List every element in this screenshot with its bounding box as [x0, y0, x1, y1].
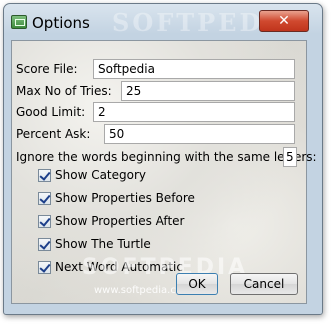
score-file-label: Score File:	[16, 62, 78, 76]
show-properties-after-label: Show Properties After	[55, 214, 185, 228]
good-limit-label: Good Limit:	[16, 105, 86, 119]
show-properties-after-checkbox[interactable]	[38, 215, 51, 228]
show-the-turtle-checkbox[interactable]	[38, 238, 51, 251]
max-tries-row: Max No of Tries: 25	[12, 81, 306, 101]
ignore-prefix-field[interactable]: 5	[283, 147, 297, 167]
good-limit-field[interactable]: 2	[93, 102, 295, 122]
show-properties-before-label: Show Properties Before	[55, 191, 195, 205]
window-title: Options	[32, 14, 90, 32]
show-the-turtle-label: Show The Turtle	[55, 237, 151, 251]
max-tries-field[interactable]: 25	[121, 81, 295, 101]
score-file-field[interactable]: Softpedia	[93, 59, 295, 79]
title-bar[interactable]: Options SOFTPEDIA ✕	[4, 4, 322, 42]
ignore-prefix-label: Ignore the words beginning with the same…	[16, 150, 317, 164]
show-category-checkbox[interactable]	[38, 169, 51, 182]
app-icon	[11, 15, 27, 29]
ok-button[interactable]: OK	[176, 273, 218, 295]
close-button[interactable]: ✕	[259, 10, 309, 32]
good-limit-row: Good Limit: 2	[12, 102, 306, 122]
percent-ask-row: Percent Ask: 50	[12, 124, 306, 144]
options-panel: Score File: Softpedia Max No of Tries: 2…	[11, 40, 317, 304]
percent-ask-field[interactable]: 50	[104, 124, 295, 144]
show-category-label: Show Category	[55, 168, 147, 182]
max-tries-label: Max No of Tries:	[16, 84, 112, 98]
show-properties-before-checkbox[interactable]	[38, 192, 51, 205]
percent-ask-label: Percent Ask:	[16, 127, 91, 141]
ignore-prefix-row: Ignore the words beginning with the same…	[12, 147, 317, 167]
close-icon: ✕	[278, 13, 290, 29]
options-dialog: Options SOFTPEDIA ✕ Score File: Softpedi…	[3, 3, 323, 315]
cancel-button[interactable]: Cancel	[230, 273, 298, 295]
center-watermark: SOFTPEDIA	[82, 255, 249, 280]
score-file-row: Score File: Softpedia	[12, 59, 306, 79]
next-word-automatic-checkbox[interactable]	[38, 261, 51, 274]
